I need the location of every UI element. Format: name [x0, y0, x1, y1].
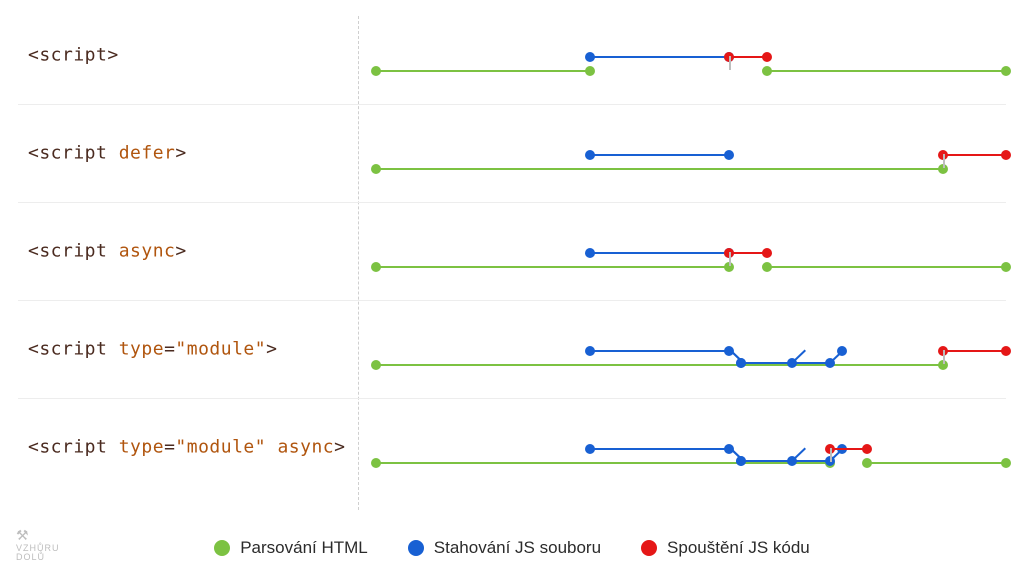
- timeline-segment: [943, 154, 1006, 156]
- variant-label: <script type="module">: [28, 339, 277, 360]
- timeline-marker: [837, 346, 847, 356]
- variant-label: <script>: [28, 45, 119, 66]
- timeline-marker: [585, 150, 595, 160]
- timeline-marker: [762, 248, 772, 258]
- dot-icon: [408, 540, 424, 556]
- timeline-segment: [590, 350, 729, 352]
- timeline-marker: [1001, 150, 1011, 160]
- variant-row: <script async>: [0, 202, 1024, 300]
- timeline-marker: [762, 262, 772, 272]
- timeline-segment: [590, 56, 729, 58]
- variant-label: <script async>: [28, 241, 187, 262]
- timeline-segment: [376, 364, 943, 366]
- timeline: [376, 300, 1006, 398]
- timeline-marker: [585, 66, 595, 76]
- variant-row: <script>: [0, 6, 1024, 104]
- timeline-marker: [736, 456, 746, 466]
- dot-icon: [641, 540, 657, 556]
- timeline-segment: [376, 462, 830, 464]
- timeline: [376, 398, 1006, 496]
- timeline: [376, 202, 1006, 300]
- timeline-segment: [741, 362, 829, 364]
- connector-tick: [943, 154, 945, 168]
- variant-row: <script defer>: [0, 104, 1024, 202]
- timeline-marker: [371, 164, 381, 174]
- legend-label: Stahování JS souboru: [434, 538, 601, 558]
- timeline-marker: [736, 358, 746, 368]
- legend-item-execute: Spouštění JS kódu: [641, 538, 810, 558]
- timeline-marker: [724, 150, 734, 160]
- timeline-marker: [585, 346, 595, 356]
- timeline-marker: [371, 458, 381, 468]
- module-branch: [792, 349, 806, 362]
- variant-label: <script type="module" async>: [28, 437, 345, 458]
- timeline-marker: [862, 444, 872, 454]
- connector-tick: [830, 448, 832, 462]
- timeline: [376, 6, 1006, 104]
- module-branch: [792, 447, 806, 460]
- connector-tick: [729, 56, 731, 70]
- legend-item-download: Stahování JS souboru: [408, 538, 601, 558]
- timeline-marker: [1001, 458, 1011, 468]
- legend: Parsování HTML Stahování JS souboru Spou…: [0, 538, 1024, 558]
- timeline-marker: [762, 52, 772, 62]
- dot-icon: [214, 540, 230, 556]
- legend-item-parse: Parsování HTML: [214, 538, 368, 558]
- timeline-marker: [585, 248, 595, 258]
- timeline: [376, 104, 1006, 202]
- connector-tick: [729, 252, 731, 266]
- timeline-segment: [741, 460, 829, 462]
- brand-logo: ⚒ VZHŮRU DOLŮ: [16, 528, 60, 562]
- timeline-segment: [590, 154, 729, 156]
- connector-tick: [943, 350, 945, 364]
- timeline-segment: [376, 266, 729, 268]
- variant-label: <script defer>: [28, 143, 187, 164]
- timeline-segment: [376, 70, 590, 72]
- timeline-marker: [1001, 66, 1011, 76]
- timeline-segment: [943, 350, 1006, 352]
- legend-label: Spouštění JS kódu: [667, 538, 810, 558]
- timeline-marker: [585, 52, 595, 62]
- timeline-marker: [371, 66, 381, 76]
- timeline-marker: [585, 444, 595, 454]
- legend-label: Parsování HTML: [240, 538, 368, 558]
- timeline-segment: [376, 168, 943, 170]
- variant-row: <script type="module">: [0, 300, 1024, 398]
- variant-row: <script type="module" async>: [0, 398, 1024, 496]
- timeline-marker: [371, 360, 381, 370]
- timeline-segment: [767, 70, 1006, 72]
- timeline-segment: [867, 462, 1006, 464]
- hammer-icon: ⚒: [16, 528, 60, 542]
- timeline-marker: [762, 66, 772, 76]
- timeline-segment: [590, 252, 729, 254]
- timeline-marker: [862, 458, 872, 468]
- timeline-marker: [371, 262, 381, 272]
- timeline-marker: [1001, 262, 1011, 272]
- timeline-segment: [590, 448, 729, 450]
- timeline-marker: [1001, 346, 1011, 356]
- timeline-segment: [767, 266, 1006, 268]
